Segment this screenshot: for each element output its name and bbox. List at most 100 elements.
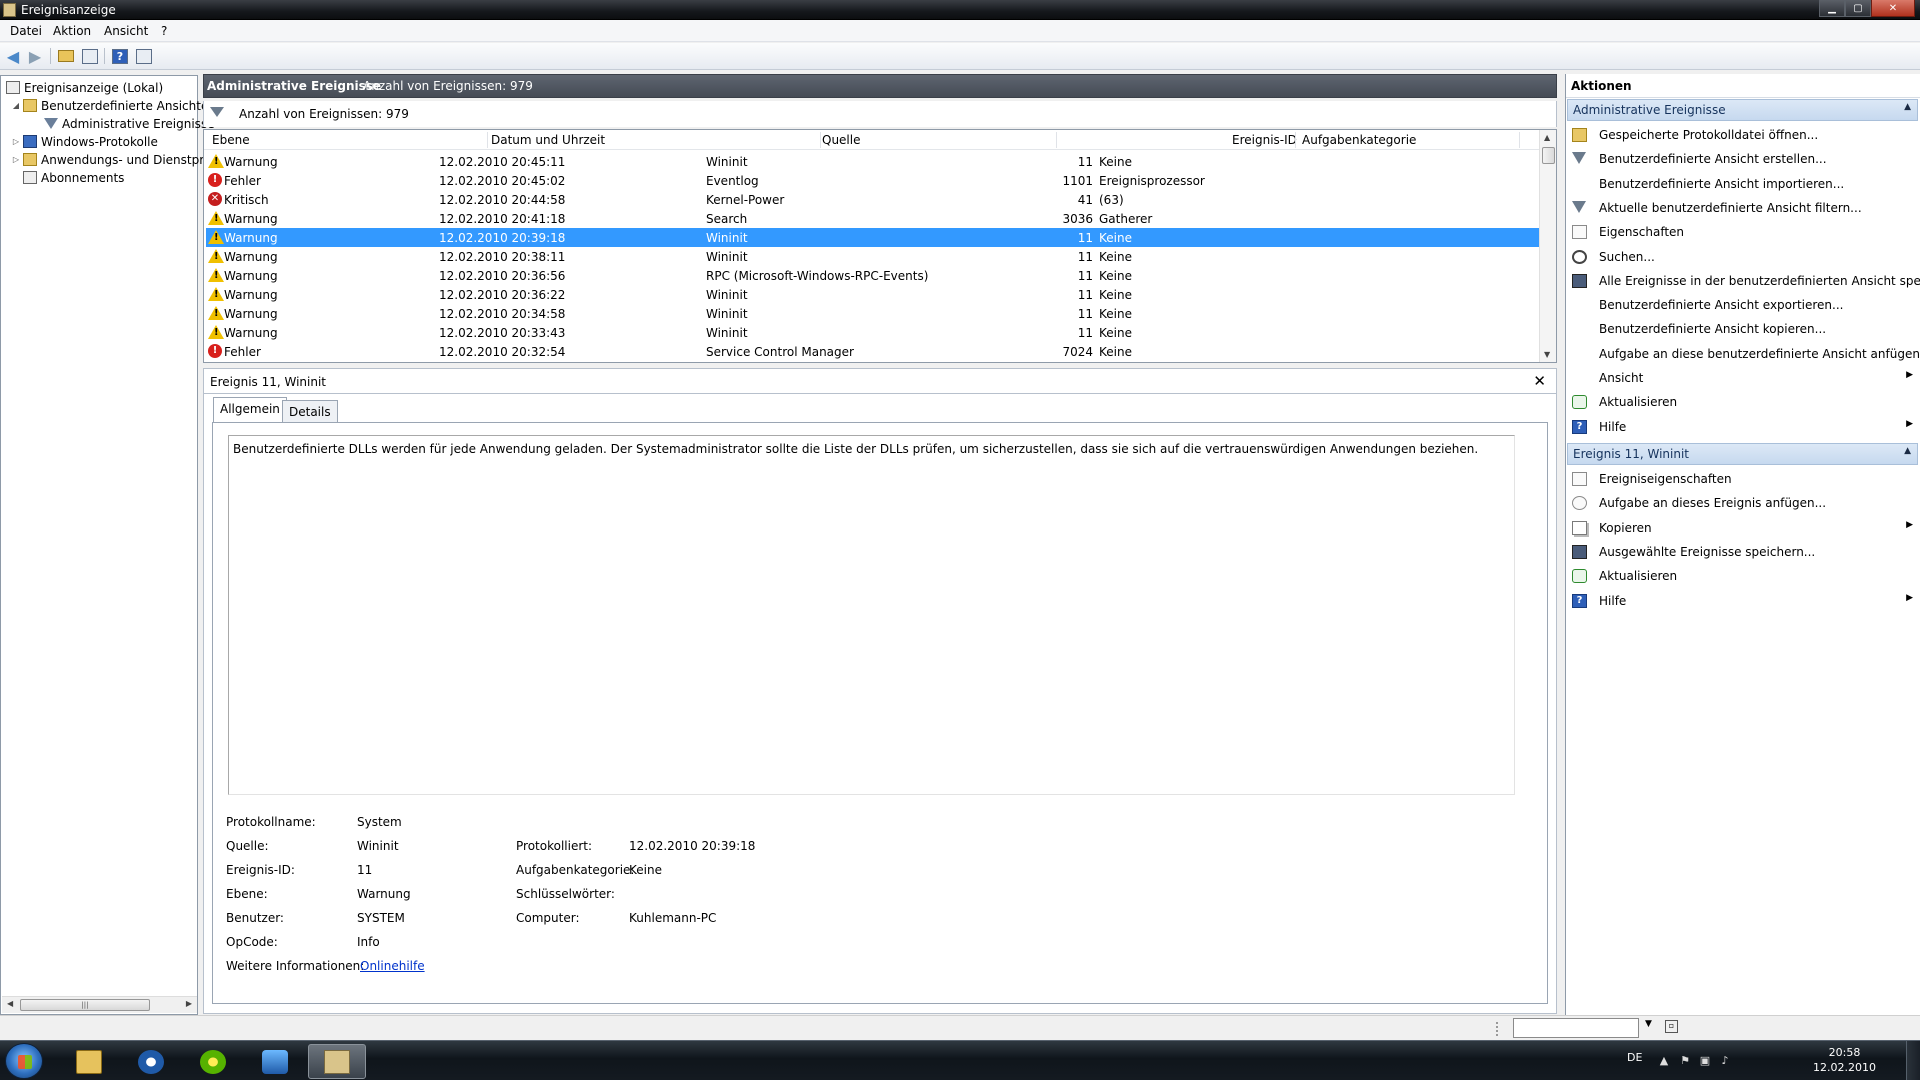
column-level[interactable]: Ebene <box>212 133 250 147</box>
action-item[interactable]: Eigenschaften <box>1569 221 1917 243</box>
minimize-button[interactable]: ▁ <box>1819 0 1845 17</box>
menu-datei[interactable]: Datei <box>10 24 42 38</box>
help-button[interactable]: ? <box>110 47 130 65</box>
action-item[interactable]: Aktualisieren <box>1569 391 1917 413</box>
scroll-right-icon[interactable]: ▶ <box>186 999 192 1008</box>
table-row[interactable]: Warnung 12.02.2010 20:36:56 RPC (Microsoft… <box>206 266 1539 285</box>
action-item[interactable]: Kopieren ▶ <box>1569 517 1917 539</box>
table-row[interactable]: Warnung 12.02.2010 20:45:11 Wininit 11 Keine <box>206 152 1539 171</box>
show-desktop-button[interactable] <box>1906 1041 1920 1080</box>
action-item[interactable]: Alle Ereignisse in der benutzerdefiniert… <box>1569 270 1920 292</box>
action-item[interactable]: Aktualisieren <box>1569 565 1917 587</box>
scroll-thumb[interactable]: ||| <box>20 999 150 1011</box>
menu-aktion[interactable]: Aktion <box>53 24 91 38</box>
column-separator[interactable] <box>820 132 821 148</box>
tree-node-admin-events[interactable]: Administrative Ereignisse <box>44 115 215 132</box>
taskbar-browser[interactable] <box>122 1044 180 1079</box>
help-icon: ? <box>1572 593 1587 608</box>
action-center-flag-icon[interactable]: ⚑ <box>1678 1054 1692 1068</box>
event-description[interactable]: Benutzerdefinierte DLLs werden für jede … <box>228 435 1515 795</box>
cell-task-category: Keine <box>1099 231 1132 245</box>
up-folder-button[interactable] <box>56 47 76 65</box>
table-row[interactable]: ! Fehler 12.02.2010 20:45:02 Eventlog 1101 Er… <box>206 171 1539 190</box>
action-item[interactable]: Aufgabe an dieses Ereignis anfügen... <box>1569 492 1917 514</box>
show-hide-actions-button[interactable] <box>134 47 154 65</box>
action-item[interactable]: Ausgewählte Ereignisse speichern... <box>1569 541 1917 563</box>
table-row[interactable]: Warnung 12.02.2010 20:39:18 Wininit 11 Keine <box>206 228 1539 247</box>
refresh-icon <box>1572 569 1587 584</box>
scroll-up-icon[interactable]: ▲ <box>1544 133 1550 142</box>
address-input[interactable] <box>1513 1018 1639 1038</box>
column-separator[interactable] <box>487 132 488 148</box>
taskbar-explorer[interactable] <box>60 1044 118 1079</box>
table-row[interactable]: ! Fehler 12.02.2010 20:32:54 Service Contro… <box>206 342 1539 361</box>
section-event-11[interactable]: Ereignis 11, Wininit ▲ <box>1567 443 1918 465</box>
table-row[interactable]: Warnung 12.02.2010 20:34:58 Wininit 11 Keine <box>206 304 1539 323</box>
tree-horizontal-scrollbar[interactable]: ◀ ||| ▶ <box>2 996 197 1013</box>
start-button[interactable] <box>5 1043 43 1079</box>
restore-icon[interactable]: ▫ <box>1665 1020 1678 1033</box>
tab-general[interactable]: Allgemein <box>213 397 287 422</box>
action-item[interactable]: Benutzerdefinierte Ansicht kopieren... <box>1569 318 1917 340</box>
toolbar-grip[interactable] <box>1496 1022 1504 1036</box>
table-row[interactable]: ✕ Kritisch 12.02.2010 20:44:58 Kernel-Power… <box>206 190 1539 209</box>
action-item[interactable]: ? Hilfe ▶ <box>1569 590 1917 612</box>
column-separator[interactable] <box>1295 132 1296 148</box>
clock[interactable]: 20:58 12.02.2010 <box>1813 1045 1876 1075</box>
taskbar-event-viewer[interactable] <box>308 1044 366 1079</box>
table-row[interactable]: Warnung 12.02.2010 20:36:22 Wininit 11 Keine <box>206 285 1539 304</box>
online-help-link[interactable]: Onlinehilfe <box>360 959 425 973</box>
menu-ansicht[interactable]: Ansicht <box>104 24 148 38</box>
show-hidden-icons-icon[interactable]: ▲ <box>1657 1054 1671 1068</box>
column-event-id[interactable]: Ereignis-ID <box>1232 133 1297 147</box>
maximize-button[interactable]: ▢ <box>1845 0 1871 17</box>
table-row[interactable]: Warnung 12.02.2010 20:41:18 Search 3036 Gath… <box>206 209 1539 228</box>
back-button[interactable]: ◀ <box>3 47 23 66</box>
expand-icon[interactable]: ▷ <box>11 155 21 164</box>
action-item[interactable]: ? Hilfe ▶ <box>1569 416 1917 438</box>
tree-node-root[interactable]: Ereignisanzeige (Lokal) <box>6 79 163 96</box>
expand-icon[interactable]: ▷ <box>11 137 21 146</box>
close-detail-button[interactable]: ✕ <box>1533 372 1546 390</box>
tree-node-subscriptions[interactable]: Abonnements <box>23 169 124 186</box>
section-admin-events[interactable]: Administrative Ereignisse ▲ <box>1567 99 1918 121</box>
action-item[interactable]: Gespeicherte Protokolldatei öffnen... <box>1569 124 1917 146</box>
taskbar-icq[interactable] <box>184 1044 242 1079</box>
show-hide-tree-button[interactable] <box>80 47 100 65</box>
table-row[interactable]: Warnung 12.02.2010 20:33:43 Wininit 11 Keine <box>206 323 1539 342</box>
close-button[interactable]: ✕ <box>1871 0 1915 17</box>
action-item[interactable]: Aktuelle benutzerdefinierte Ansicht filt… <box>1569 197 1917 219</box>
action-item[interactable]: Aufgabe an diese benutzerdefinierte Ansi… <box>1569 343 1920 365</box>
volume-icon[interactable]: ♪ <box>1718 1054 1732 1068</box>
tab-details[interactable]: Details <box>282 400 338 422</box>
action-label: Aufgabe an diese benutzerdefinierte Ansi… <box>1599 346 1920 361</box>
column-task-category[interactable]: Aufgabenkategorie <box>1302 133 1416 147</box>
tree-node-windows-logs[interactable]: ▷ Windows-Protokolle <box>11 133 158 150</box>
column-separator[interactable] <box>1056 132 1057 148</box>
action-item[interactable]: Benutzerdefinierte Ansicht exportieren..… <box>1569 294 1917 316</box>
chevron-down-icon[interactable]: ▼ <box>1645 1019 1652 1029</box>
column-datetime[interactable]: Datum und Uhrzeit <box>491 133 605 147</box>
table-row[interactable]: Warnung 12.02.2010 20:38:11 Wininit 11 Keine <box>206 247 1539 266</box>
column-source[interactable]: Quelle <box>822 133 860 147</box>
action-item[interactable]: Suchen... <box>1569 246 1917 268</box>
language-indicator[interactable]: DE <box>1627 1051 1642 1064</box>
action-item[interactable]: Ansicht ▶ <box>1569 367 1917 389</box>
collapse-icon[interactable]: ▲ <box>1904 446 1911 456</box>
forward-button[interactable]: ▶ <box>25 47 45 66</box>
scroll-left-icon[interactable]: ◀ <box>7 999 13 1008</box>
tree-label: Abonnements <box>41 170 125 185</box>
collapse-icon[interactable]: ◢ <box>11 101 21 110</box>
action-item[interactable]: Benutzerdefinierte Ansicht importieren..… <box>1569 173 1917 195</box>
scroll-thumb[interactable] <box>1542 147 1555 164</box>
menu-help[interactable]: ? <box>161 24 167 38</box>
tree-node-custom-views[interactable]: ◢ Benutzerdefinierte Ansichten <box>11 97 216 114</box>
collapse-icon[interactable]: ▲ <box>1904 102 1911 112</box>
scroll-down-icon[interactable]: ▼ <box>1544 350 1550 359</box>
action-item[interactable]: Ereigniseigenschaften <box>1569 468 1917 490</box>
action-item[interactable]: Benutzerdefinierte Ansicht erstellen... <box>1569 148 1917 170</box>
column-separator[interactable] <box>1519 132 1520 148</box>
taskbar-app[interactable] <box>246 1044 304 1079</box>
network-icon[interactable]: ▣ <box>1698 1054 1712 1068</box>
list-vertical-scrollbar[interactable]: ▲ ▼ <box>1539 130 1556 362</box>
